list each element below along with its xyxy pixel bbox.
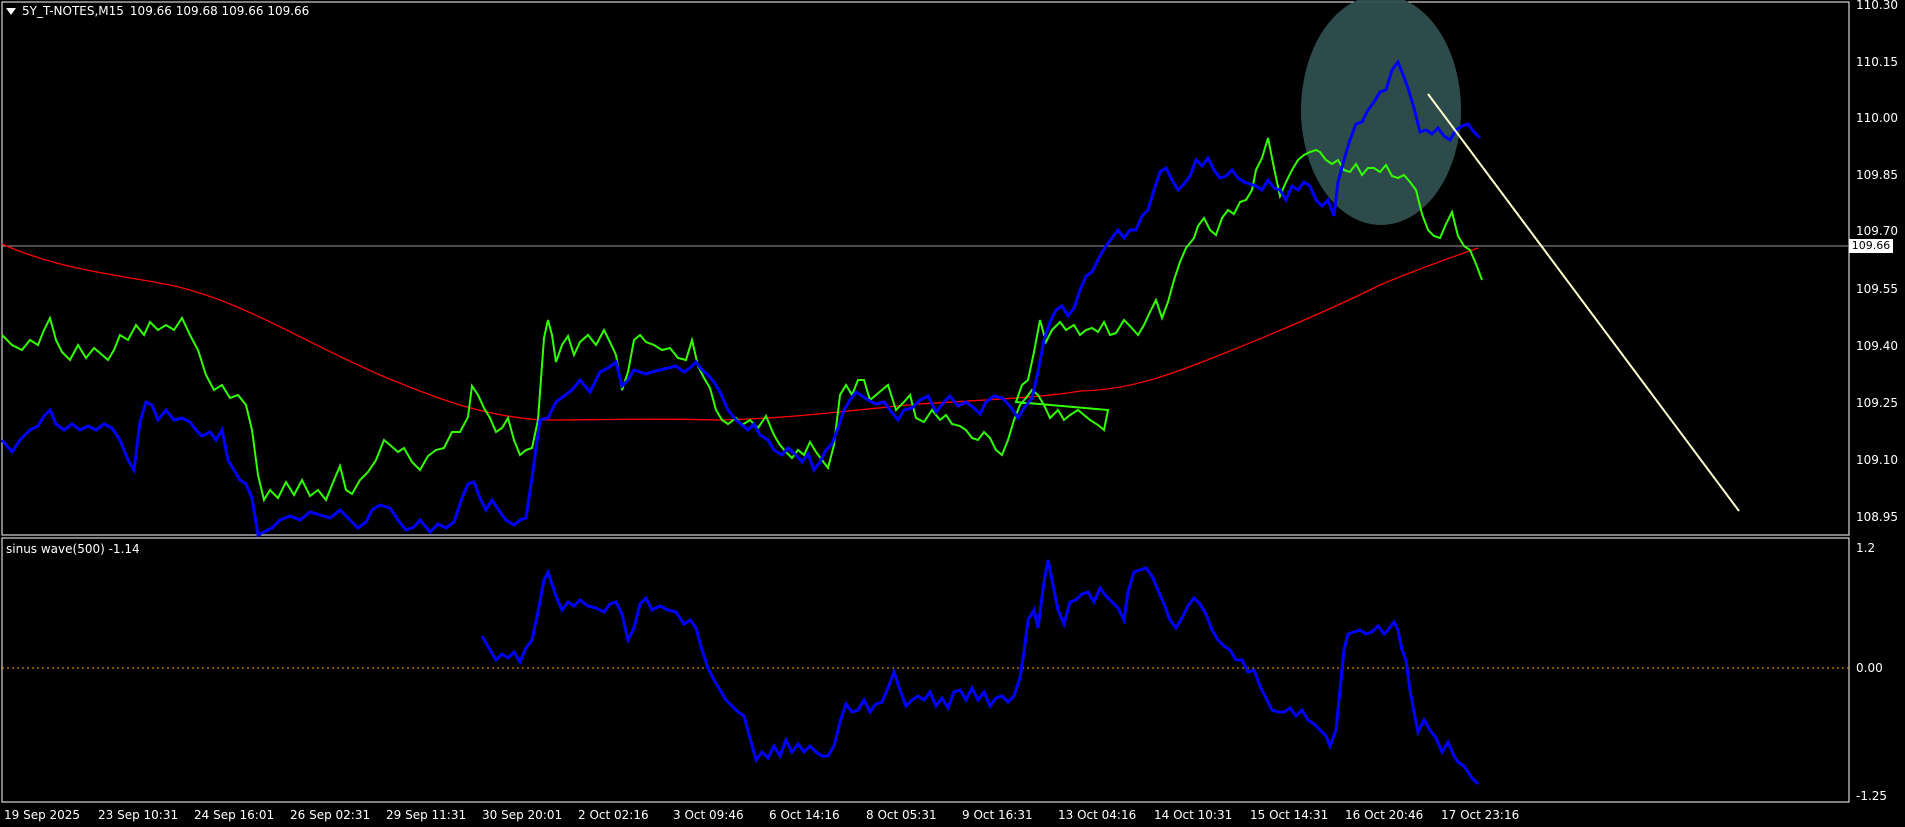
- x-tick-label: 26 Sep 02:31: [290, 808, 370, 822]
- blue-signal-line: [0, 58, 1482, 538]
- y-tick-label: 109.25: [1856, 396, 1898, 410]
- y-tick-label: 110.30: [1856, 0, 1898, 12]
- x-tick-label: 24 Sep 16:01: [194, 808, 274, 822]
- x-tick-label: 15 Oct 14:31: [1250, 808, 1328, 822]
- indicator-y-axis: 1.2 0.00 -1.25: [1856, 541, 1887, 803]
- x-tick-label: 3 Oct 09:46: [673, 808, 744, 822]
- x-tick-label: 14 Oct 10:31: [1154, 808, 1232, 822]
- x-tick-label: 23 Sep 10:31: [98, 808, 178, 822]
- trend-line[interactable]: [1427, 93, 1740, 512]
- y-tick-label: -1.25: [1856, 789, 1887, 803]
- x-tick-label: 19 Sep 2025: [4, 808, 80, 822]
- sinus-wave-line: [480, 559, 1480, 786]
- chart-canvas[interactable]: 110.30 110.15 110.00 109.85 109.70 109.5…: [0, 0, 1905, 827]
- indicator-panel-frame: [1, 537, 1850, 803]
- collapse-triangle-icon[interactable]: [6, 7, 16, 15]
- indicator-label: sinus wave(500) -1.14: [6, 542, 140, 556]
- ohlc-label: 109.66 109.68 109.66 109.66: [129, 4, 310, 18]
- x-tick-label: 17 Oct 23:16: [1441, 808, 1519, 822]
- y-tick-label: 108.95: [1856, 510, 1898, 524]
- x-tick-label: 16 Oct 20:46: [1345, 808, 1423, 822]
- y-tick-label: 109.55: [1856, 282, 1898, 296]
- y-tick-label: 110.00: [1856, 111, 1898, 125]
- symbol-label: 5Y_T-NOTES,M15: [22, 4, 124, 18]
- y-tick-label: 109.70: [1856, 224, 1898, 238]
- y-tick-label: 110.15: [1856, 55, 1898, 69]
- y-tick-label: 0.00: [1856, 661, 1883, 675]
- current-price-tag: 109.66: [1849, 239, 1893, 253]
- y-tick-label: 109.85: [1856, 168, 1898, 182]
- highlight-ellipse: [1301, 0, 1461, 225]
- x-tick-label: 8 Oct 05:31: [866, 808, 937, 822]
- moving-average-line: [1, 243, 1479, 421]
- main-panel-frame: [1, 1, 1850, 536]
- x-tick-label: 13 Oct 04:16: [1058, 808, 1136, 822]
- x-tick-label: 30 Sep 20:01: [482, 808, 562, 822]
- y-tick-label: 1.2: [1856, 541, 1875, 555]
- main-y-axis: 110.30 110.15 110.00 109.85 109.70 109.5…: [1856, 0, 1898, 524]
- x-tick-label: 6 Oct 14:16: [769, 808, 840, 822]
- x-axis: 19 Sep 2025 23 Sep 10:31 24 Sep 16:01 26…: [4, 808, 1519, 822]
- chart-title: 5Y_T-NOTES,M15 109.66 109.68 109.66 109.…: [6, 4, 309, 18]
- x-tick-label: 9 Oct 16:31: [962, 808, 1033, 822]
- x-tick-label: 29 Sep 11:31: [386, 808, 466, 822]
- y-tick-label: 109.10: [1856, 453, 1898, 467]
- x-tick-label: 2 Oct 02:16: [578, 808, 649, 822]
- y-tick-label: 109.40: [1856, 339, 1898, 353]
